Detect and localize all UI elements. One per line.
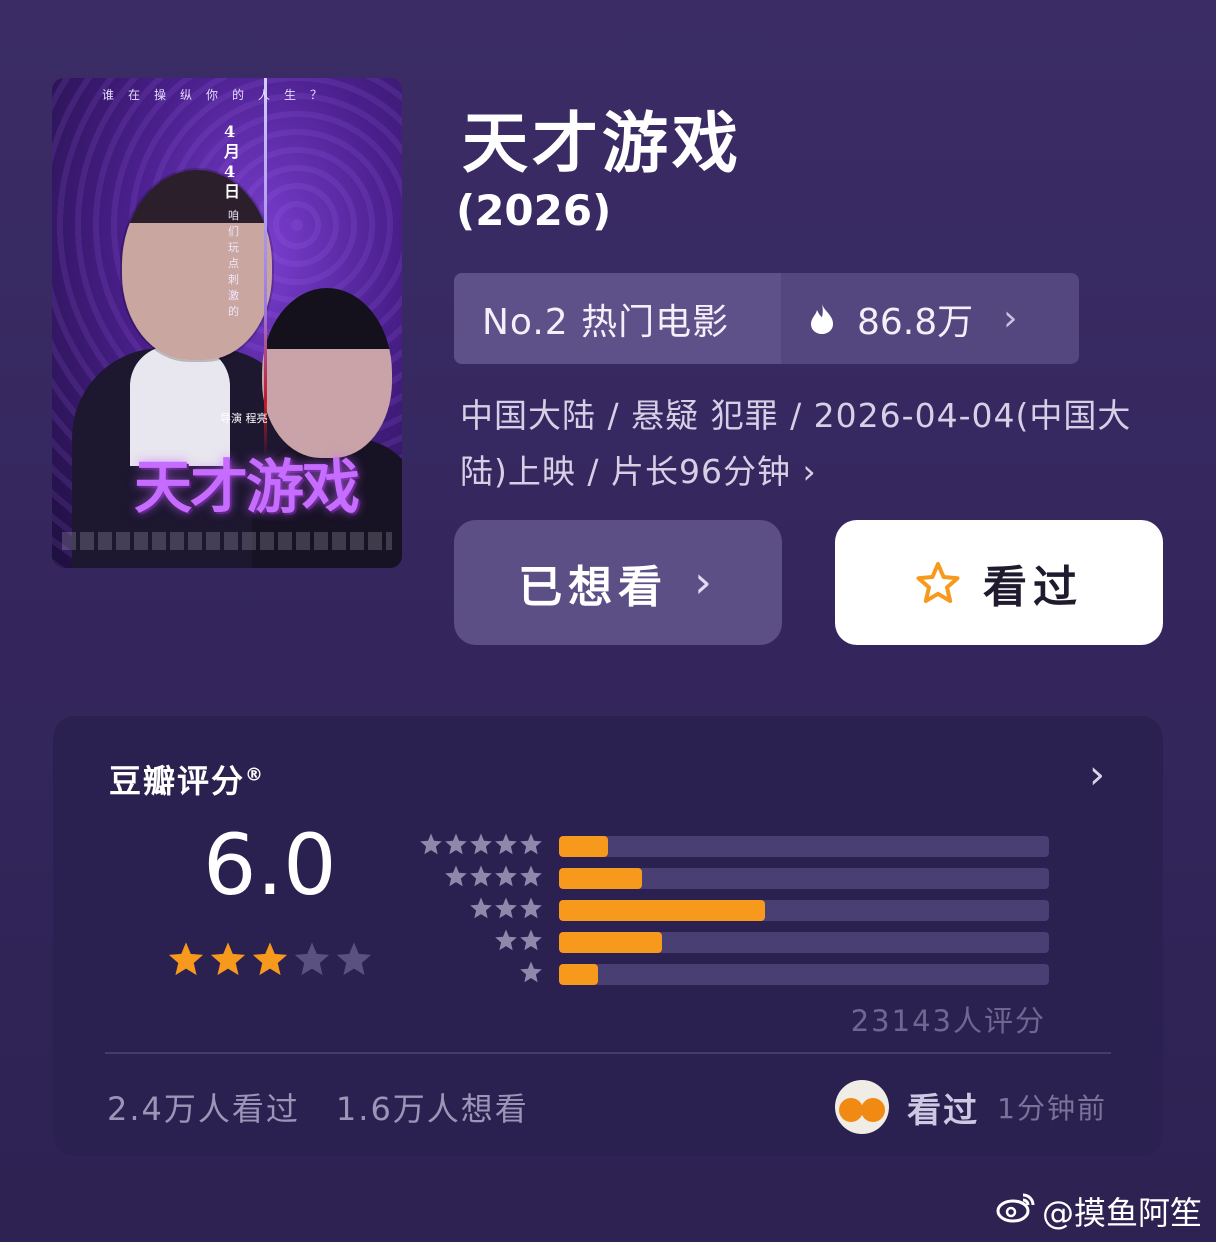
rating-bar-row <box>413 830 1049 862</box>
star-icon <box>494 832 518 860</box>
seen-count[interactable]: 2.4万人看过 <box>107 1084 300 1130</box>
movie-poster[interactable]: 谁在操纵你的人生？ 4月4日 咱们玩点刺激的 导演 程亮 天才游戏 <box>52 78 402 568</box>
watch-stats: 2.4万人看过 1.6万人想看 <box>107 1084 529 1130</box>
watermark-text: @摸鱼阿笙 <box>1041 1194 1202 1232</box>
avatar[interactable] <box>835 1080 890 1134</box>
rating-bar-track <box>559 963 1049 985</box>
rating-bar-track <box>559 931 1049 953</box>
rating-bar-stars <box>413 896 543 924</box>
poster-logo: 天才游戏 <box>134 453 360 521</box>
rating-distribution <box>413 830 1049 990</box>
heat-value: 86.8万 <box>857 301 974 343</box>
rating-bar-track <box>559 835 1049 857</box>
rating-score: 6.0 <box>203 816 337 914</box>
fire-icon <box>809 303 835 335</box>
registered-mark: ® <box>245 764 266 786</box>
star-icon <box>519 928 543 956</box>
rating-bar-fill <box>559 867 643 889</box>
movie-meta[interactable]: 中国大陆 / 悬疑 犯罪 / 2026-04-04(中国大陆)上映 / 片长96… <box>460 388 1170 500</box>
star-icon <box>519 896 543 924</box>
want-to-see-label: 已想看 <box>518 561 669 613</box>
orange-icon <box>839 1098 864 1122</box>
rating-source-label: 豆瓣评分 <box>109 762 246 800</box>
rating-bar-stars <box>413 960 543 988</box>
poster-figure-right-face <box>262 288 392 458</box>
seen-label: 看过 <box>983 561 1083 613</box>
poster-crack <box>264 78 267 458</box>
rating-bar-stars <box>413 928 543 956</box>
rating-bar-stars <box>413 832 543 860</box>
rating-bar-stars <box>413 864 543 892</box>
star-filled-icon <box>167 940 205 982</box>
star-empty-icon <box>335 940 373 982</box>
rating-bar-fill <box>559 899 765 921</box>
star-icon <box>444 832 468 860</box>
watermark: @摸鱼阿笙 <box>996 1188 1202 1234</box>
poster-figure-left-face <box>122 170 272 360</box>
rating-bar-row <box>413 958 1049 990</box>
seen-button[interactable]: 看过 <box>835 520 1163 645</box>
rating-bar-row <box>413 926 1049 958</box>
want-to-see-button[interactable]: 已想看 › <box>454 520 782 645</box>
rating-bar-fill <box>559 931 662 953</box>
star-outline-icon <box>915 561 961 605</box>
star-empty-icon <box>293 940 331 982</box>
rating-count: 23143人评分 <box>850 1004 1046 1038</box>
star-icon <box>469 864 493 892</box>
activity-time: 1分钟前 <box>997 1092 1107 1125</box>
poster-slogan: 咱们玩点刺激的 <box>228 209 239 318</box>
star-icon <box>519 960 543 988</box>
star-filled-icon <box>251 940 289 982</box>
star-icon <box>494 928 518 956</box>
star-icon <box>519 832 543 860</box>
poster-tagline: 谁在操纵你的人生？ <box>102 88 337 102</box>
poster-director: 导演 程亮 <box>220 412 268 425</box>
movie-title: 天才游戏 <box>462 105 742 182</box>
activity-label: 看过 <box>907 1090 980 1131</box>
poster-date: 4月4日 <box>224 122 241 201</box>
friend-activity[interactable]: 看过 1分钟前 <box>835 1080 1107 1134</box>
rating-stars <box>167 940 373 982</box>
heat-section[interactable]: 86.8万 › <box>781 273 1079 364</box>
rating-bar-track <box>559 867 1049 889</box>
movie-year: (2026) <box>456 186 612 235</box>
chevron-right-icon[interactable]: › <box>1089 752 1105 798</box>
weibo-icon <box>996 1191 1036 1231</box>
star-icon <box>419 832 443 860</box>
poster-credits <box>62 532 392 550</box>
rating-bar-fill <box>559 835 608 857</box>
rating-bar-row <box>413 862 1049 894</box>
rating-bar-track <box>559 899 1049 921</box>
divider <box>105 1052 1111 1054</box>
chevron-right-icon: › <box>1003 298 1018 339</box>
rating-card[interactable]: 豆瓣评分® › 6.0 23143人评分 2.4万人看过 1.6万人想看 看过 … <box>53 716 1163 1156</box>
star-icon <box>519 864 543 892</box>
star-icon <box>444 864 468 892</box>
star-icon <box>494 896 518 924</box>
want-count[interactable]: 1.6万人想看 <box>336 1084 529 1130</box>
orange-icon <box>861 1098 886 1122</box>
star-filled-icon <box>209 940 247 982</box>
rating-card-title: 豆瓣评分® <box>109 756 265 802</box>
chevron-right-icon: › <box>694 557 718 608</box>
star-icon <box>469 832 493 860</box>
rating-bar-row <box>413 894 1049 926</box>
rating-bar-fill <box>559 963 599 985</box>
star-icon <box>494 864 518 892</box>
star-icon <box>469 896 493 924</box>
rank-label[interactable]: No.2 热门电影 <box>454 273 781 364</box>
rank-bar[interactable]: No.2 热门电影 86.8万 › <box>454 273 1079 364</box>
